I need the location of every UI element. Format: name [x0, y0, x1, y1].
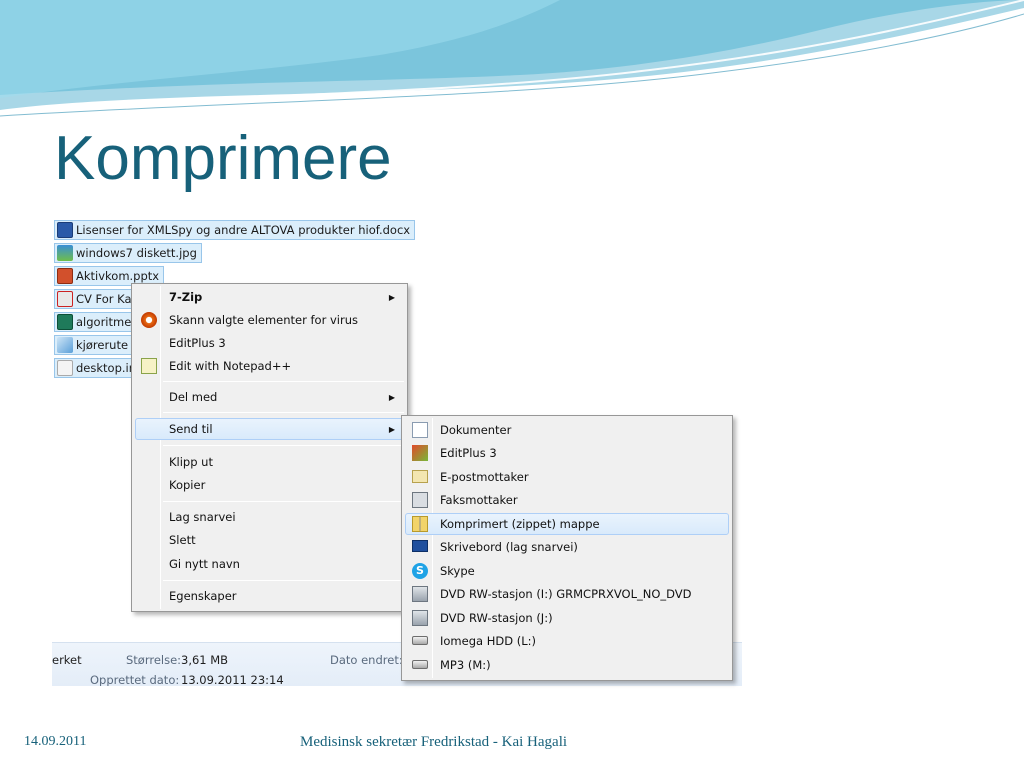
send-to-zip-folder[interactable]: Komprimert (zippet) mappe — [405, 513, 729, 535]
file-item-kjorerute[interactable]: kjørerute l — [54, 335, 140, 355]
footer-text: Medisinsk sekretær Fredrikstad - Kai Hag… — [300, 734, 568, 750]
modified-label: Dato endret: — [330, 653, 403, 667]
menu-item-create-shortcut[interactable]: Lag snarvei — [135, 506, 404, 528]
created-label: Opprettet dato: — [90, 673, 180, 686]
menu-item-label: Send til — [169, 422, 213, 436]
menu-separator — [163, 501, 404, 502]
menu-item-label: 7-Zip — [169, 290, 203, 304]
menu-item-label: E-postmottaker — [440, 470, 529, 484]
submenu-arrow-icon: ▶ — [388, 392, 395, 402]
menu-item-label: MP3 (M:) — [440, 658, 491, 672]
menu-separator — [163, 412, 404, 413]
context-menu: 7-Zip ▶ Skann valgte elementer for virus… — [131, 283, 408, 612]
menu-item-rename[interactable]: Gi nytt navn — [135, 553, 404, 575]
menu-item-label: Komprimert (zippet) mappe — [440, 517, 600, 531]
menu-item-copy[interactable]: Kopier — [135, 474, 404, 496]
menu-item-scan-virus[interactable]: Skann valgte elementer for virus — [135, 309, 404, 331]
file-item-windows7-diskett[interactable]: windows7 diskett.jpg — [54, 243, 202, 263]
file-name: kjørerute l — [76, 338, 135, 352]
publisher-file-icon — [57, 314, 73, 330]
notepad-plus-plus-icon — [141, 358, 157, 374]
send-to-dvd-j[interactable]: DVD RW-stasjon (J:) — [405, 607, 729, 629]
file-name: desktop.in — [76, 361, 137, 375]
send-to-iomega-hdd[interactable]: Iomega HDD (L:) — [405, 630, 729, 652]
menu-separator — [163, 580, 404, 581]
menu-item-delete[interactable]: Slett — [135, 529, 404, 551]
file-name: Lisenser for XMLSpy og andre ALTOVA prod… — [76, 223, 411, 237]
menu-item-7zip[interactable]: 7-Zip ▶ — [135, 286, 404, 308]
menu-item-label: Iomega HDD (L:) — [440, 634, 536, 648]
menu-item-label: Edit with Notepad++ — [169, 359, 292, 373]
details-file-name: erket — [52, 653, 82, 667]
send-to-desktop[interactable]: Skrivebord (lag snarvei) — [405, 536, 729, 558]
image-file-icon — [57, 245, 73, 261]
footer-date: 14.09.2011 — [24, 734, 87, 749]
editplus-icon — [412, 445, 428, 461]
submenu-arrow-icon: ▶ — [388, 292, 395, 302]
map-file-icon — [57, 337, 73, 353]
word-doc-icon — [57, 222, 73, 238]
menu-item-label: Skrivebord (lag snarvei) — [440, 540, 578, 554]
hard-drive-icon — [412, 636, 428, 645]
dvd-drive-icon — [412, 586, 428, 602]
mail-recipient-icon — [412, 470, 428, 483]
send-to-fax[interactable]: Faksmottaker — [405, 489, 729, 511]
skype-icon: S — [412, 563, 428, 579]
size-value: 3,61 MB — [181, 653, 229, 667]
send-to-skype[interactable]: S Skype — [405, 560, 729, 582]
menu-item-label: DVD RW-stasjon (I:) GRMCPRXVOL_NO_DVD — [440, 587, 692, 601]
menu-item-label: Gi nytt navn — [169, 557, 240, 571]
send-to-documents[interactable]: Dokumenter — [405, 419, 729, 441]
file-item-desktop-ini[interactable]: desktop.in — [54, 358, 142, 378]
menu-item-label: Slett — [169, 533, 196, 547]
fax-icon — [412, 492, 428, 508]
powerpoint-file-icon — [57, 268, 73, 284]
antivirus-icon — [141, 312, 157, 328]
ini-file-icon — [57, 360, 73, 376]
menu-item-label: EditPlus 3 — [440, 446, 497, 460]
send-to-dvd-i[interactable]: DVD RW-stasjon (I:) GRMCPRXVOL_NO_DVD — [405, 583, 729, 605]
size-label: Størrelse: — [126, 653, 182, 667]
menu-separator — [163, 445, 404, 446]
menu-item-notepad-plus-plus[interactable]: Edit with Notepad++ — [135, 355, 404, 377]
menu-item-label: Lag snarvei — [169, 510, 236, 524]
file-item-algoritme[interactable]: algoritme — [54, 312, 137, 332]
header-wave-decoration — [0, 0, 1024, 117]
menu-item-label: Klipp ut — [169, 455, 213, 469]
menu-item-send-to[interactable]: Send til ▶ — [135, 418, 404, 440]
menu-item-label: Kopier — [169, 478, 206, 492]
zip-folder-icon — [412, 516, 428, 532]
menu-item-label: Del med — [169, 390, 218, 404]
send-to-submenu: Dokumenter EditPlus 3 E-postmottaker Fak… — [401, 415, 733, 681]
file-name: Aktivkom.pptx — [76, 269, 160, 283]
desktop-icon — [412, 540, 428, 552]
menu-item-label: Dokumenter — [440, 423, 512, 437]
send-to-mail-recipient[interactable]: E-postmottaker — [405, 466, 729, 488]
file-name: windows7 diskett.jpg — [76, 246, 197, 260]
menu-item-properties[interactable]: Egenskaper — [135, 585, 404, 607]
send-to-mp3[interactable]: MP3 (M:) — [405, 654, 729, 676]
pdf-file-icon — [57, 291, 73, 307]
file-name: algoritme — [76, 315, 132, 329]
menu-item-cut[interactable]: Klipp ut — [135, 451, 404, 473]
created-value: 13.09.2011 23:14 — [181, 673, 284, 686]
menu-item-share-with[interactable]: Del med ▶ — [135, 386, 404, 408]
menu-item-label: DVD RW-stasjon (J:) — [440, 611, 553, 625]
submenu-arrow-icon: ▶ — [388, 424, 395, 434]
file-item-cv[interactable]: CV For Ka — [54, 289, 137, 309]
menu-item-label: Skype — [440, 564, 475, 578]
menu-item-editplus[interactable]: EditPlus 3 — [135, 332, 404, 354]
menu-item-label: Skann valgte elementer for virus — [169, 313, 358, 327]
documents-icon — [412, 422, 428, 438]
file-name: CV For Ka — [76, 292, 132, 306]
send-to-editplus[interactable]: EditPlus 3 — [405, 442, 729, 464]
file-item-xmlspy-licence[interactable]: Lisenser for XMLSpy og andre ALTOVA prod… — [54, 220, 416, 240]
removable-drive-icon — [412, 660, 428, 669]
menu-separator — [163, 381, 404, 382]
menu-item-label: EditPlus 3 — [169, 336, 226, 350]
menu-item-label: Faksmottaker — [440, 493, 518, 507]
menu-item-label: Egenskaper — [169, 589, 237, 603]
dvd-drive-icon — [412, 610, 428, 626]
slide-title: Komprimere — [54, 124, 392, 193]
